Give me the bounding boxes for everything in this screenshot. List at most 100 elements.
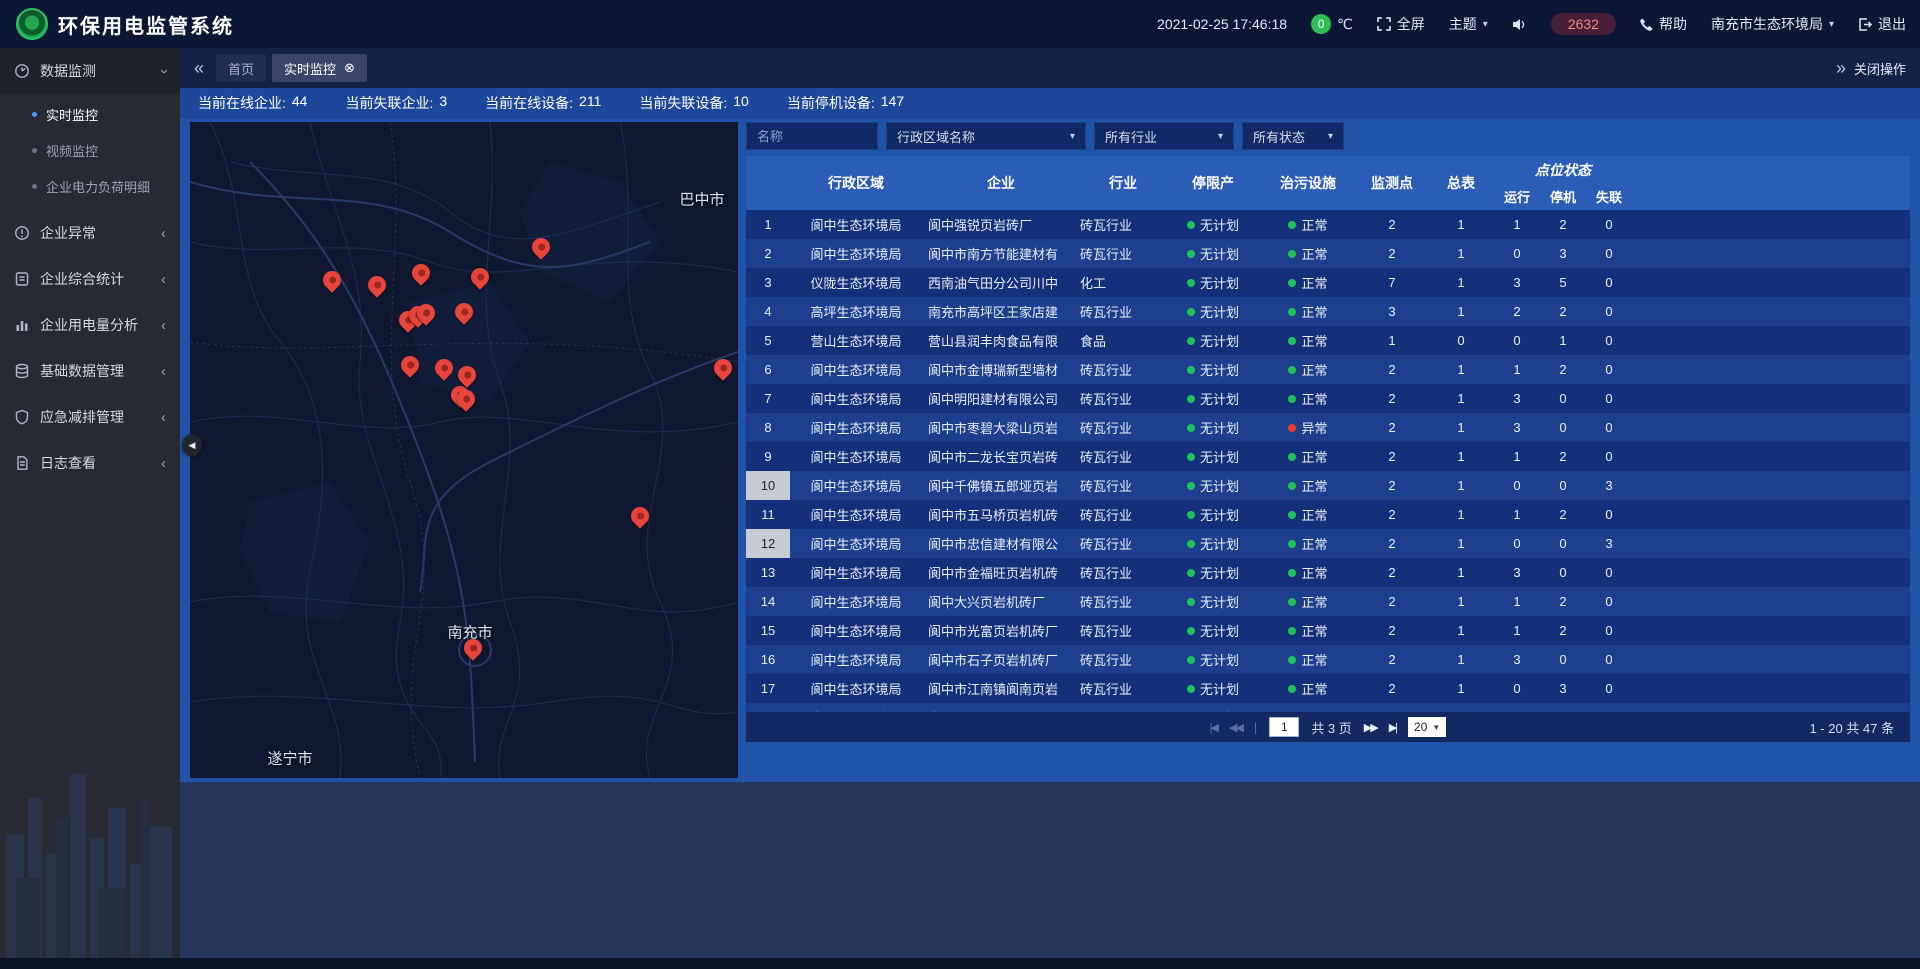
table-row[interactable]: 15 阆中生态环境局 阆中市光富页岩机砖厂 砖瓦行业 无计划 正常 2 1 1 …: [746, 616, 1910, 645]
fullscreen-button[interactable]: 全屏: [1377, 14, 1425, 34]
last-page-icon[interactable]: ▶|: [1389, 721, 1396, 734]
main-area: « 首页 实时监控 ⊗ » 关闭操作 当前在线企业: 44 当前失联企业: 3 …: [180, 48, 1920, 958]
col-halt: 停机: [1540, 183, 1586, 210]
status-dot-green: [1187, 627, 1195, 635]
sidebar-group[interactable]: 企业综合统计 ‹: [0, 256, 180, 302]
col-points: 监测点: [1356, 156, 1428, 210]
sidebar-item[interactable]: 实时监控: [0, 96, 180, 132]
facility-status-text: 正常: [1301, 592, 1327, 611]
help-button[interactable]: 帮助: [1640, 14, 1687, 34]
sidebar-item[interactable]: 企业电力负荷明细: [0, 168, 180, 204]
cell-meters: 1: [1428, 674, 1494, 703]
table-row[interactable]: 7 阆中生态环境局 阆中明阳建材有限公司 砖瓦行业 无计划 正常 2 1 3 0…: [746, 384, 1910, 413]
cell-halt: 2: [1540, 587, 1586, 616]
close-operations-button[interactable]: 关闭操作: [1854, 59, 1906, 78]
table-row[interactable]: 11 阆中生态环境局 阆中市五马桥页岩机砖 砖瓦行业 无计划 正常 2 1 1 …: [746, 500, 1910, 529]
sidebar-group[interactable]: 日志查看 ‹: [0, 440, 180, 486]
sidebar-item[interactable]: 视频监控: [0, 132, 180, 168]
fullscreen-label: 全屏: [1397, 14, 1425, 34]
table-row[interactable]: 3 仪陇生态环境局 西南油气田分公司川中 化工 无计划 正常 7 1 3 5 0: [746, 268, 1910, 297]
table-row[interactable]: 18 南部生态环境局 南部县伏虎镇页岩砖厂 砖瓦行业 无计划 正常 2 1 0 …: [746, 703, 1910, 712]
table-row[interactable]: 13 阆中生态环境局 阆中市金福旺页岩机砖 砖瓦行业 无计划 正常 2 1 3 …: [746, 558, 1910, 587]
table-row[interactable]: 4 高坪生态环境局 南充市高坪区王家店建 砖瓦行业 无计划 正常 3 1 2 2…: [746, 297, 1910, 326]
col-filler: [1632, 156, 1910, 210]
cell-filler: [1632, 529, 1910, 558]
cell-points: 2: [1356, 558, 1428, 587]
cell-facility: 正常: [1260, 616, 1356, 645]
status-filter-select[interactable]: 所有状态 ▾: [1242, 122, 1344, 150]
page-number-input[interactable]: [1269, 717, 1299, 737]
facility-status-dot: [1288, 656, 1296, 664]
cell-facility: 正常: [1260, 297, 1356, 326]
page-size-select[interactable]: 20 ▼: [1408, 717, 1446, 737]
app-title: 环保用电监管系统: [58, 10, 234, 39]
table-row[interactable]: 17 阆中生态环境局 阆中市江南镇阆南页岩 砖瓦行业 无计划 正常 2 1 0 …: [746, 674, 1910, 703]
tab-close-icon[interactable]: ⊗: [344, 60, 355, 76]
cell-lost: 0: [1586, 297, 1632, 326]
database-icon: [14, 363, 30, 379]
chevron-down-icon: ▾: [1829, 19, 1834, 30]
region-filter-select[interactable]: 行政区域名称 ▾: [886, 122, 1086, 150]
table-row[interactable]: 6 阆中生态环境局 阆中市金博瑞新型墙材 砖瓦行业 无计划 正常 2 1 1 2…: [746, 355, 1910, 384]
table-row[interactable]: 16 阆中生态环境局 阆中市石子页岩机砖厂 砖瓦行业 无计划 正常 2 1 3 …: [746, 645, 1910, 674]
cell-production: 无计划: [1166, 674, 1260, 703]
cell-region: 阆中生态环境局: [790, 645, 922, 674]
table-row[interactable]: 9 阆中生态环境局 阆中市二龙长宝页岩砖 砖瓦行业 无计划 正常 2 1 1 2…: [746, 442, 1910, 471]
stats-icon: [14, 271, 30, 287]
facility-status-text: 正常: [1301, 302, 1327, 321]
facility-status-text: 正常: [1301, 534, 1327, 553]
cell-filler: [1632, 355, 1910, 384]
logout-button[interactable]: 退出: [1858, 14, 1906, 34]
tab[interactable]: 首页: [216, 54, 266, 82]
logout-icon: [1858, 18, 1872, 31]
org-dropdown[interactable]: 南充市生态环境局 ▾: [1711, 14, 1834, 34]
facility-status-text: 正常: [1301, 679, 1327, 698]
cell-meters: 1: [1428, 471, 1494, 500]
cell-run: 3: [1494, 558, 1540, 587]
sidebar-group[interactable]: 企业用电量分析 ‹: [0, 302, 180, 348]
cell-lost: 0: [1586, 616, 1632, 645]
alert-count-badge[interactable]: 2632: [1551, 13, 1616, 35]
table-row[interactable]: 14 阆中生态环境局 阆中大兴页岩机砖厂 砖瓦行业 无计划 正常 2 1 1 2…: [746, 587, 1910, 616]
cell-production: 无计划: [1166, 529, 1260, 558]
alarm-sound-button[interactable]: [1512, 18, 1527, 31]
table-row[interactable]: 8 阆中生态环境局 阆中市枣碧大梁山页岩 砖瓦行业 无计划 异常 2 1 3 0…: [746, 413, 1910, 442]
sidebar-group[interactable]: 应急减排管理 ‹: [0, 394, 180, 440]
sidebar-group[interactable]: 基础数据管理 ‹: [0, 348, 180, 394]
shield-icon: [14, 409, 30, 425]
status-dot-green: [1187, 395, 1195, 403]
cell-points: 2: [1356, 210, 1428, 239]
cell-region: 阆中生态环境局: [790, 442, 922, 471]
status-dot-green: [1187, 656, 1195, 664]
cell-points: 2: [1356, 500, 1428, 529]
map-panel[interactable]: 巴中市 南充市 遂宁市: [190, 122, 738, 778]
sidebar-group[interactable]: 企业异常 ‹: [0, 210, 180, 256]
map-collapse-button[interactable]: ◀: [182, 434, 202, 456]
theme-dropdown[interactable]: 主题 ▾: [1449, 14, 1488, 34]
cell-region: 阆中生态环境局: [790, 674, 922, 703]
table-row[interactable]: 10 阆中生态环境局 阆中千佛镇五郎垭页岩 砖瓦行业 无计划 正常 2 1 0 …: [746, 471, 1910, 500]
cell-index: 4: [746, 297, 790, 326]
tabs-scroll-left-icon[interactable]: «: [194, 59, 204, 77]
tab[interactable]: 实时监控 ⊗: [272, 54, 367, 82]
first-page-icon[interactable]: |◀: [1210, 721, 1217, 734]
cell-points: 2: [1356, 442, 1428, 471]
log-icon: [14, 455, 30, 471]
table-row[interactable]: 1 阆中生态环境局 阆中强锐页岩砖厂 砖瓦行业 无计划 正常 2 1 1 2 0: [746, 210, 1910, 239]
stat-item: 当前失联企业: 3: [345, 93, 447, 113]
facility-status-text: 正常: [1301, 389, 1327, 408]
table-row[interactable]: 2 阆中生态环境局 阆中市南方节能建材有 砖瓦行业 无计划 正常 2 1 0 3…: [746, 239, 1910, 268]
sidebar-group[interactable]: 数据监测 ‹: [0, 48, 180, 94]
industry-filter-select[interactable]: 所有行业 ▾: [1094, 122, 1234, 150]
name-filter-input[interactable]: [746, 122, 878, 150]
cell-region: 南部生态环境局: [790, 703, 922, 712]
table-row[interactable]: 12 阆中生态环境局 阆中市忠信建材有限公 砖瓦行业 无计划 正常 2 1 0 …: [746, 529, 1910, 558]
tabs-scroll-right-icon[interactable]: »: [1836, 59, 1846, 77]
sidebar-group-label: 企业异常: [40, 223, 96, 243]
facility-status-dot: [1288, 453, 1296, 461]
sidebar-item-label: 企业电力负荷明细: [46, 177, 150, 196]
next-page-icon[interactable]: ▶▶: [1364, 721, 1377, 734]
table-row[interactable]: 5 营山生态环境局 营山县润丰肉食品有限 食品 无计划 正常 1 0 0 1 0: [746, 326, 1910, 355]
prev-page-icon[interactable]: ◀◀: [1229, 721, 1242, 734]
cell-industry: 砖瓦行业: [1080, 384, 1166, 413]
